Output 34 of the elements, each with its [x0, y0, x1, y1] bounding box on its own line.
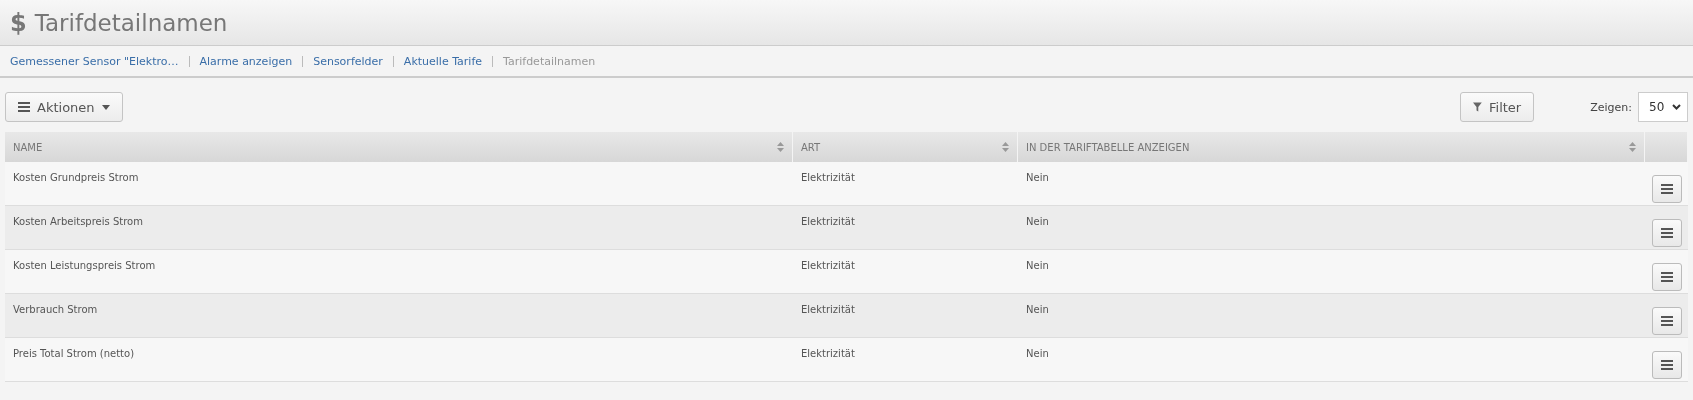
- breadcrumb-link[interactable]: Sensorfelder: [313, 54, 383, 68]
- row-menu-button[interactable]: [1651, 350, 1682, 379]
- breadcrumb-link[interactable]: Alarme anzeigen: [199, 54, 293, 68]
- chevron-down-icon: [1672, 104, 1681, 110]
- breadcrumb-link[interactable]: Gemessener Sensor "Elektro…: [10, 54, 179, 68]
- menu-icon: [18, 102, 30, 112]
- breadcrumb-link[interactable]: Aktuelle Tarife: [403, 54, 483, 68]
- menu-icon: [1660, 359, 1673, 370]
- row-menu-button[interactable]: [1651, 218, 1682, 247]
- menu-icon: [1660, 315, 1673, 326]
- menu-icon: [1660, 183, 1673, 194]
- actions-button[interactable]: Aktionen: [5, 92, 123, 122]
- row-menu-button[interactable]: [1651, 174, 1682, 203]
- dollar-icon: $: [10, 8, 27, 37]
- row-menu-button[interactable]: [1651, 262, 1682, 291]
- caret-icon: [101, 104, 110, 110]
- table-cell: Nein: [1018, 294, 1645, 338]
- menu-icon: [1660, 227, 1673, 238]
- table-cell: Verbrauch Strom: [5, 294, 793, 338]
- table-cell: Nein: [1018, 206, 1645, 250]
- filter-button[interactable]: Filter: [1460, 92, 1535, 122]
- current-breadcrumb[interactable]: Tarifdetailnamen: [503, 54, 596, 68]
- table-cell: Kosten Arbeitspreis Strom: [5, 206, 793, 250]
- table-cell: Elektrizität: [793, 294, 1018, 338]
- page-title: Tarifdetailnamen: [34, 9, 228, 36]
- row-menu-button[interactable]: [1651, 306, 1682, 335]
- filter-icon: [1473, 102, 1482, 112]
- column-header[interactable]: IN DER TARIFTABELLE ANZEIGEN: [1018, 132, 1645, 162]
- show-label: Zeigen:: [1590, 100, 1632, 114]
- column-header[interactable]: NAME: [5, 132, 793, 162]
- menu-icon: [1660, 271, 1673, 282]
- column-header[interactable]: ART: [793, 132, 1018, 162]
- page-size-select[interactable]: 50: [1638, 92, 1688, 122]
- table-cell: Elektrizität: [793, 206, 1018, 250]
